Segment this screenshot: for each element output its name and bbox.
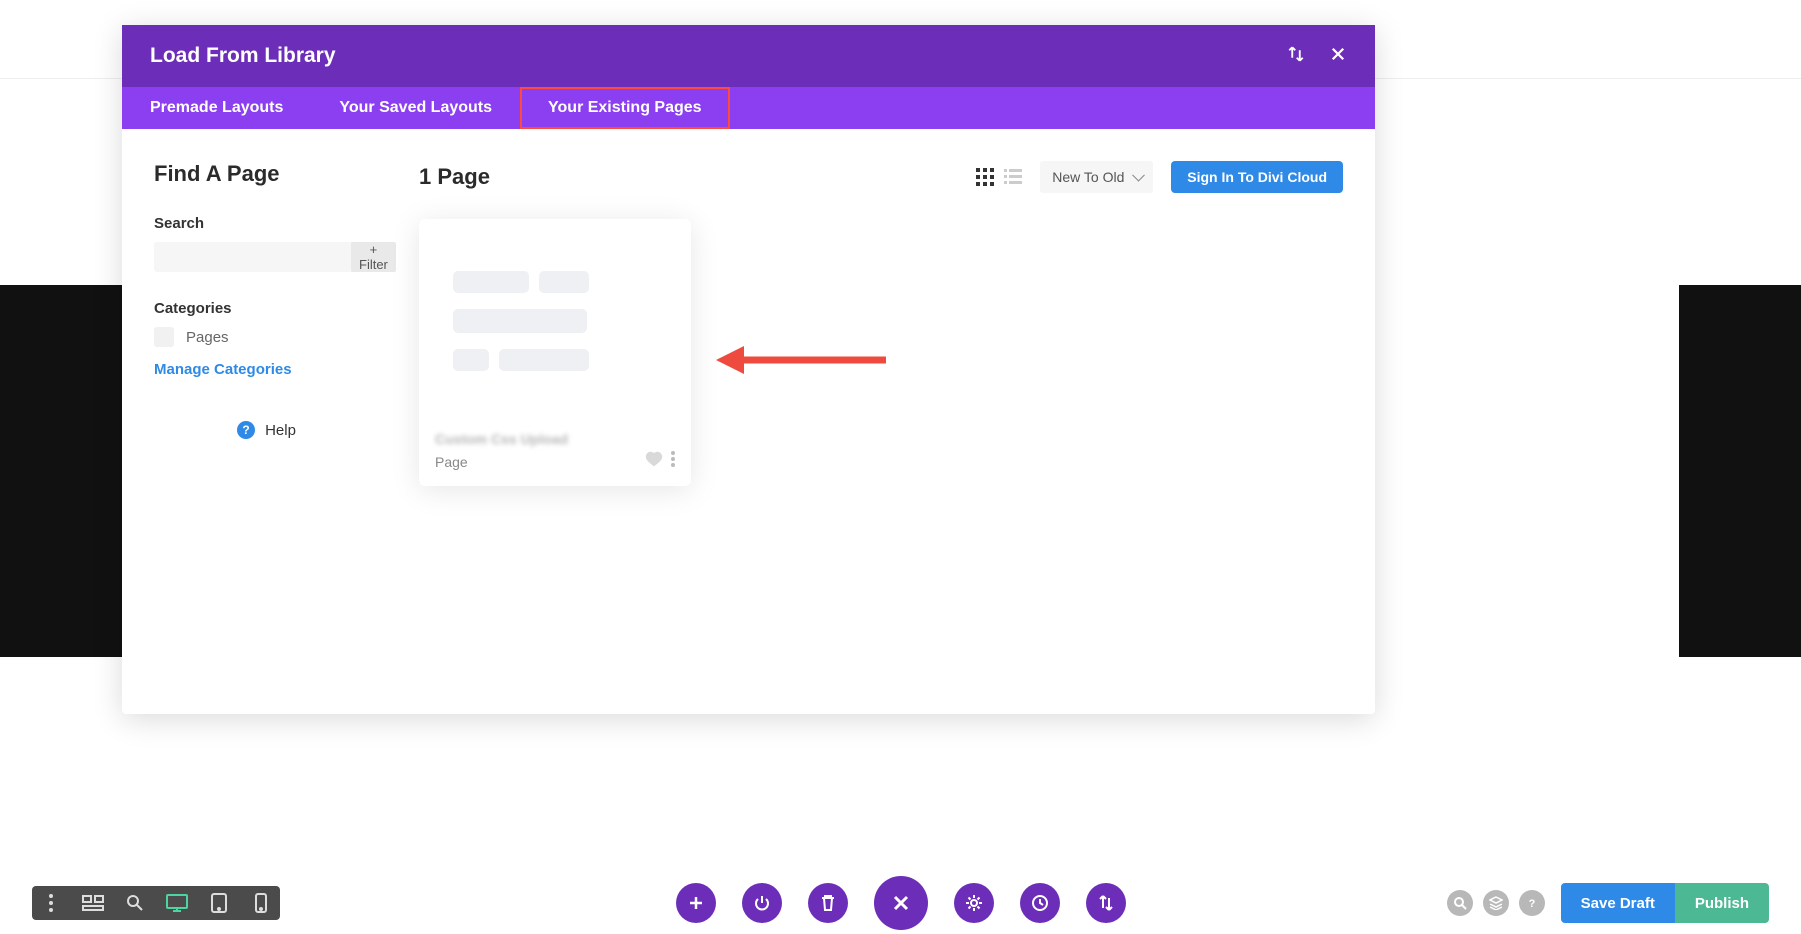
tab-premade-layouts[interactable]: Premade Layouts	[122, 87, 311, 129]
grid-view-icon[interactable]	[976, 168, 994, 186]
library-content: 1 Page New To Old	[419, 161, 1343, 486]
help-small-icon[interactable]: ?	[1519, 890, 1545, 916]
card-preview	[419, 219, 691, 421]
zoom-icon[interactable]	[124, 892, 146, 914]
page-card[interactable]: Custom Css Upload Page	[419, 219, 691, 486]
tab-your-saved-layouts[interactable]: Your Saved Layouts	[311, 87, 520, 129]
tab-your-existing-pages[interactable]: Your Existing Pages	[520, 87, 730, 129]
category-row-pages: Pages	[154, 327, 379, 347]
publish-button[interactable]: Publish	[1675, 883, 1769, 923]
content-header: 1 Page New To Old	[419, 161, 1343, 193]
modal-header-actions	[1287, 45, 1347, 68]
search-row: + Filter	[154, 242, 379, 272]
help-label: Help	[265, 422, 296, 439]
category-checkbox-pages[interactable]	[154, 327, 174, 347]
search-small-icon[interactable]	[1447, 890, 1473, 916]
clear-layout-button[interactable]	[808, 883, 848, 923]
list-view-icon[interactable]	[1004, 168, 1022, 186]
modal-tabs: Premade Layouts Your Saved Layouts Your …	[122, 87, 1375, 129]
help-row[interactable]: ? Help	[154, 421, 379, 439]
wireframe-view-icon[interactable]	[82, 892, 104, 914]
signin-divi-cloud-button[interactable]: Sign In To Divi Cloud	[1171, 161, 1343, 193]
power-load-button[interactable]	[742, 883, 782, 923]
responsive-toolbar	[32, 886, 280, 920]
card-subtitle: Page	[435, 454, 468, 470]
search-input[interactable]	[154, 242, 351, 272]
card-footer: Custom Css Upload Page	[419, 421, 691, 486]
page-count-title: 1 Page	[419, 164, 490, 190]
center-toolbar	[676, 876, 1126, 930]
view-toggle	[976, 168, 1022, 186]
backdrop-left	[0, 285, 122, 657]
card-kebab-icon[interactable]	[671, 451, 675, 472]
toolbar-kebab-icon[interactable]	[40, 892, 62, 914]
sort-select[interactable]: New To Old	[1040, 161, 1153, 193]
svg-text:?: ?	[1528, 898, 1535, 910]
save-button-group: Save Draft Publish	[1561, 883, 1769, 923]
content-controls: New To Old Sign In To Divi Cloud	[976, 161, 1343, 193]
save-draft-button[interactable]: Save Draft	[1561, 883, 1675, 923]
close-builder-button[interactable]	[874, 876, 928, 930]
portability-icon[interactable]	[1287, 45, 1305, 68]
builder-bottom-bar: ? Save Draft Publish	[0, 872, 1801, 934]
history-button[interactable]	[1020, 883, 1060, 923]
modal-title: Load From Library	[150, 44, 336, 68]
categories-label: Categories	[154, 300, 379, 317]
filter-button[interactable]: + Filter	[351, 242, 396, 272]
layers-icon[interactable]	[1483, 890, 1509, 916]
category-label-pages: Pages	[186, 329, 229, 346]
page-settings-button[interactable]	[954, 883, 994, 923]
backdrop-right	[1679, 285, 1801, 657]
add-section-button[interactable]	[676, 883, 716, 923]
portability-button[interactable]	[1086, 883, 1126, 923]
library-modal: Load From Library Premade Layouts Your S…	[122, 25, 1375, 714]
find-page-title: Find A Page	[154, 161, 379, 187]
desktop-view-icon[interactable]	[166, 892, 188, 914]
favorite-icon[interactable]	[645, 451, 663, 472]
sort-wrap: New To Old	[1040, 161, 1153, 193]
right-toolbar: ? Save Draft Publish	[1447, 883, 1769, 923]
card-title: Custom Css Upload	[435, 431, 675, 447]
search-label: Search	[154, 215, 379, 232]
modal-body: Find A Page Search + Filter Categories P…	[122, 129, 1375, 518]
help-icon: ?	[237, 421, 255, 439]
library-sidebar: Find A Page Search + Filter Categories P…	[154, 161, 379, 486]
manage-categories-link[interactable]: Manage Categories	[154, 361, 292, 378]
phone-view-icon[interactable]	[250, 892, 272, 914]
tablet-view-icon[interactable]	[208, 892, 230, 914]
close-icon[interactable]	[1329, 45, 1347, 68]
modal-header: Load From Library	[122, 25, 1375, 87]
